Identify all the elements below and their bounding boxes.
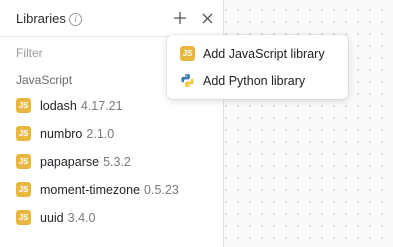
add-python-library-item[interactable]: Add Python library <box>167 68 348 94</box>
add-javascript-library-item[interactable]: JS Add JavaScript library <box>167 41 348 67</box>
library-item[interactable]: JS papaparse 5.3.2 <box>0 148 223 176</box>
library-name: uuid <box>40 211 64 225</box>
library-version: 5.3.2 <box>103 155 131 169</box>
javascript-icon: JS <box>16 98 31 113</box>
library-name: papaparse <box>40 155 100 169</box>
library-version: 2.1.0 <box>86 127 115 141</box>
menu-item-label: Add JavaScript library <box>203 47 325 61</box>
menu-item-label: Add Python library <box>203 74 306 88</box>
info-icon[interactable]: i <box>69 13 82 26</box>
library-version: 0.5.23 <box>144 183 179 197</box>
javascript-icon: JS <box>16 126 31 141</box>
library-item[interactable]: JS uuid 3.4.0 <box>0 204 223 232</box>
section-label-javascript: JavaScript <box>16 73 73 87</box>
javascript-icon: JS <box>16 154 31 169</box>
library-name: numbro <box>40 127 83 141</box>
library-list: JS lodash 4.17.21 JS numbro 2.1.0 JS papap… <box>0 92 223 232</box>
library-version: 4.17.21 <box>80 99 123 113</box>
python-icon <box>181 73 194 88</box>
library-item[interactable]: JS numbro 2.1.0 <box>0 120 223 148</box>
plus-icon[interactable] <box>173 11 187 25</box>
javascript-icon: JS <box>16 210 31 225</box>
javascript-icon: JS <box>180 46 195 61</box>
close-icon[interactable] <box>201 12 214 25</box>
javascript-icon: JS <box>16 182 31 197</box>
library-item[interactable]: JS moment-timezone 0.5.23 <box>0 176 223 204</box>
panel-title: Libraries <box>16 11 66 26</box>
filter-input[interactable] <box>16 44 166 62</box>
library-version: 3.4.0 <box>67 211 96 225</box>
library-name: lodash <box>40 99 77 113</box>
add-library-menu: JS Add JavaScript library Add Python lib… <box>167 35 348 99</box>
panel-header: Libraries i <box>0 0 223 37</box>
library-name: moment-timezone <box>40 183 141 197</box>
